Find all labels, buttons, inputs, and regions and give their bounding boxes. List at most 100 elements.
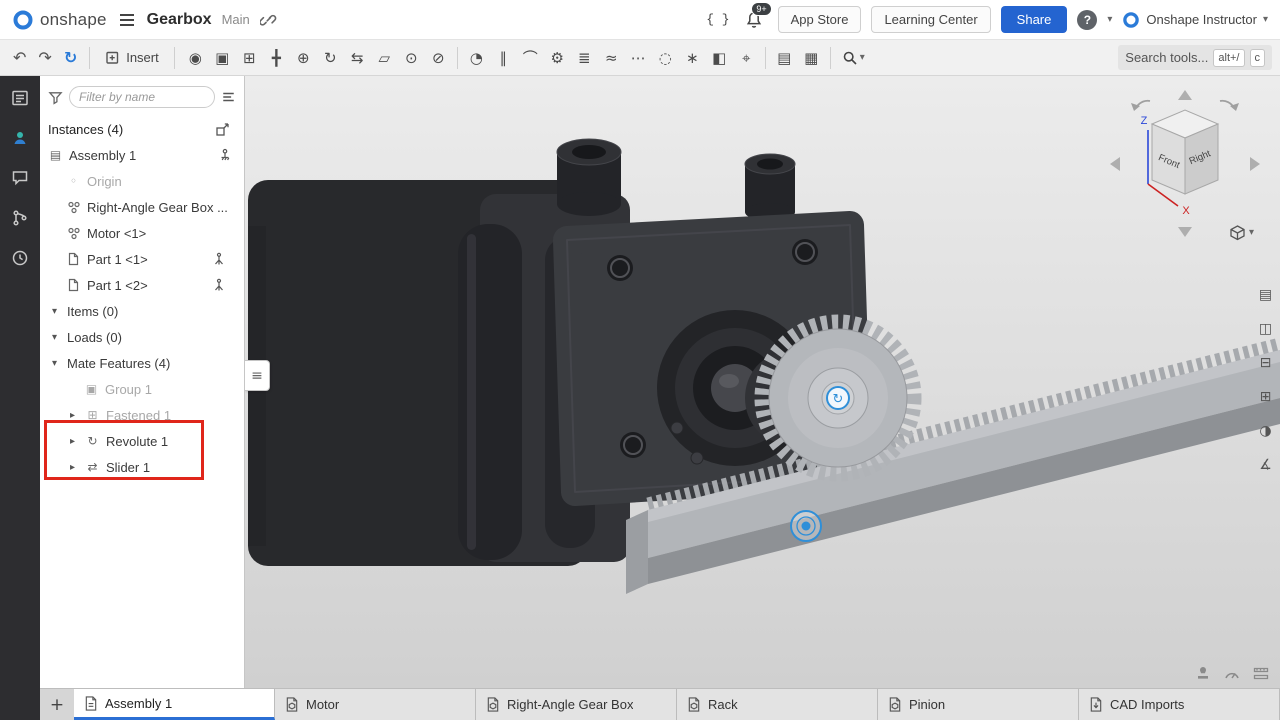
view-rotate-down-icon[interactable] xyxy=(1178,227,1192,237)
chevron-right-icon[interactable]: ▸ xyxy=(66,436,79,447)
dev-api-icon[interactable]: { } xyxy=(706,12,729,27)
gear-relation-icon[interactable]: ⚙ xyxy=(544,44,571,71)
hamburger-menu-icon[interactable] xyxy=(117,11,137,29)
chevron-down-icon[interactable]: ▾ xyxy=(48,306,61,317)
display-states-icon[interactable]: ◧ xyxy=(706,44,733,71)
history-clock-icon[interactable] xyxy=(10,248,30,268)
notifications-bell-icon[interactable]: 9+ xyxy=(740,9,768,31)
performance-icon[interactable] xyxy=(1223,665,1241,682)
section-mate-features[interactable]: ▾ Mate Features (4) xyxy=(40,350,244,376)
screw-relation-icon[interactable]: ≈ xyxy=(598,44,625,71)
panel-resize-handle[interactable]: ≡ xyxy=(245,360,270,391)
tab-cad-imports[interactable]: CAD Imports xyxy=(1079,689,1280,720)
display-states-panel-icon[interactable]: ⊟ xyxy=(1253,350,1278,375)
view-rotate-left-icon[interactable] xyxy=(1110,157,1120,171)
revolute-mate-marker[interactable]: ↻ xyxy=(827,387,849,409)
standoff-boss[interactable] xyxy=(557,139,621,216)
parallel-icon[interactable]: ∥ xyxy=(490,44,517,71)
help-icon[interactable]: ? xyxy=(1077,10,1097,30)
slider-mate-marker[interactable] xyxy=(791,511,821,541)
add-tab-button[interactable]: + xyxy=(40,689,74,720)
tree-item-gearbox[interactable]: Right-Angle Gear Box ... xyxy=(40,194,244,220)
app-store-button[interactable]: App Store xyxy=(778,6,862,33)
insert-instance-icon[interactable] xyxy=(215,122,230,137)
graphics-viewport[interactable]: ↻ Fron xyxy=(245,76,1280,688)
tree-item-origin[interactable]: ◦ Origin xyxy=(40,168,244,194)
tree-item-motor[interactable]: Motor <1> xyxy=(40,220,244,246)
chevron-right-icon[interactable]: ▸ xyxy=(66,462,79,473)
fixed-icon[interactable] xyxy=(218,148,232,162)
filter-input[interactable] xyxy=(69,86,215,108)
units-icon[interactable] xyxy=(1252,665,1270,682)
exploded-views-icon[interactable]: ▤ xyxy=(771,44,798,71)
mate-item-group-1[interactable]: ▣ Group 1 xyxy=(40,376,244,402)
cylindrical-icon[interactable]: ⊙ xyxy=(398,44,425,71)
mate-icon[interactable]: ◉ xyxy=(182,44,209,71)
versions-branch-icon[interactable] xyxy=(10,208,30,228)
section-view-icon[interactable]: ⊞ xyxy=(1253,384,1278,409)
tree-item-part1-2[interactable]: Part 1 <2> xyxy=(40,272,244,298)
view-mode-dropdown[interactable]: ▾ xyxy=(1229,224,1254,241)
filter-funnel-icon[interactable] xyxy=(48,90,63,105)
section-loads[interactable]: ▾ Loads (0) xyxy=(40,324,244,350)
redo-icon[interactable]: ↷ xyxy=(33,45,56,70)
tab-rack[interactable]: Rack xyxy=(677,689,878,720)
account-menu[interactable]: Onshape Instructor ▾ xyxy=(1122,11,1268,29)
measure-panel-icon[interactable]: ∡ xyxy=(1253,452,1278,477)
replicate-icon[interactable]: ⊞ xyxy=(236,44,263,71)
mate-connector-icon[interactable] xyxy=(212,278,226,292)
mate-item-revolute-1[interactable]: ▸ ↻ Revolute 1 xyxy=(40,428,244,454)
explode-icon[interactable]: ∗ xyxy=(679,44,706,71)
configuration-panel-icon[interactable]: ◫ xyxy=(1253,316,1278,341)
update-sync-icon[interactable]: ↻ xyxy=(59,45,82,70)
feature-list-icon[interactable] xyxy=(10,88,30,108)
appearance-panel-icon[interactable]: ◑ xyxy=(1253,418,1278,443)
approval-stamp-icon[interactable] xyxy=(1194,665,1212,682)
insert-button[interactable]: Insert xyxy=(97,46,167,69)
mate-item-fastened-1[interactable]: ▸ ⊞ Fastened 1 xyxy=(40,402,244,428)
learning-center-button[interactable]: Learning Center xyxy=(871,6,990,33)
tree-item-assembly[interactable]: ▤ Assembly 1 xyxy=(40,142,244,168)
view-cube[interactable]: Front Right Z X xyxy=(1100,84,1270,244)
standoff-boss[interactable] xyxy=(745,154,795,221)
view-rotate-right-icon[interactable] xyxy=(1250,157,1260,171)
chevron-down-icon[interactable]: ▾ xyxy=(48,358,61,369)
tangent-icon[interactable]: ⌒ xyxy=(517,44,544,71)
share-button[interactable]: Share xyxy=(1001,6,1068,33)
view-rotate-up-icon[interactable] xyxy=(1178,90,1192,100)
tab-pinion[interactable]: Pinion xyxy=(878,689,1079,720)
undo-icon[interactable]: ↶ xyxy=(8,45,31,70)
circular-pattern-icon[interactable]: ◌ xyxy=(652,44,679,71)
mate-connector-icon[interactable] xyxy=(212,252,226,266)
onshape-logo[interactable]: onshape xyxy=(12,9,107,31)
tab-motor[interactable]: Motor xyxy=(275,689,476,720)
section-items[interactable]: ▾ Items (0) xyxy=(40,298,244,324)
chevron-right-icon[interactable]: ▸ xyxy=(66,410,79,421)
chevron-down-icon[interactable]: ▾ xyxy=(48,332,61,343)
bom-icon[interactable]: ▦ xyxy=(798,44,825,71)
follow-mode-icon[interactable] xyxy=(10,128,30,148)
help-caret-icon[interactable]: ▾ xyxy=(1107,14,1112,25)
named-positions-icon[interactable]: ⌖ xyxy=(733,44,760,71)
fasten-icon[interactable]: ⊕ xyxy=(290,44,317,71)
properties-panel-icon[interactable]: ▤ xyxy=(1253,282,1278,307)
tree-item-part1-1[interactable]: Part 1 <1> xyxy=(40,246,244,272)
zoom-tools-dropdown[interactable]: ▾ xyxy=(838,48,869,68)
tab-right-angle-gear-box[interactable]: Right-Angle Gear Box xyxy=(476,689,677,720)
search-tools-field[interactable]: Search tools... alt+/ c xyxy=(1118,45,1272,70)
pin-slot-icon[interactable]: ⊘ xyxy=(425,44,452,71)
tab-assembly-1[interactable]: Assembly 1 xyxy=(74,689,275,720)
revolute-icon[interactable]: ↻ xyxy=(317,44,344,71)
ball-icon[interactable]: ◔ xyxy=(463,44,490,71)
planar-icon[interactable]: ▱ xyxy=(371,44,398,71)
comments-icon[interactable] xyxy=(10,168,30,188)
mate-connector-icon[interactable]: ╋ xyxy=(263,44,290,71)
mate-item-slider-1[interactable]: ▸ ⇄ Slider 1 xyxy=(40,454,244,480)
list-options-icon[interactable] xyxy=(221,90,236,104)
group-icon[interactable]: ▣ xyxy=(209,44,236,71)
slider-icon[interactable]: ⇆ xyxy=(344,44,371,71)
share-link-icon[interactable] xyxy=(260,11,277,28)
workspace-name[interactable]: Main xyxy=(222,12,250,27)
linear-pattern-icon[interactable]: ⋯ xyxy=(625,44,652,71)
rack-pinion-relation-icon[interactable]: ≣ xyxy=(571,44,598,71)
